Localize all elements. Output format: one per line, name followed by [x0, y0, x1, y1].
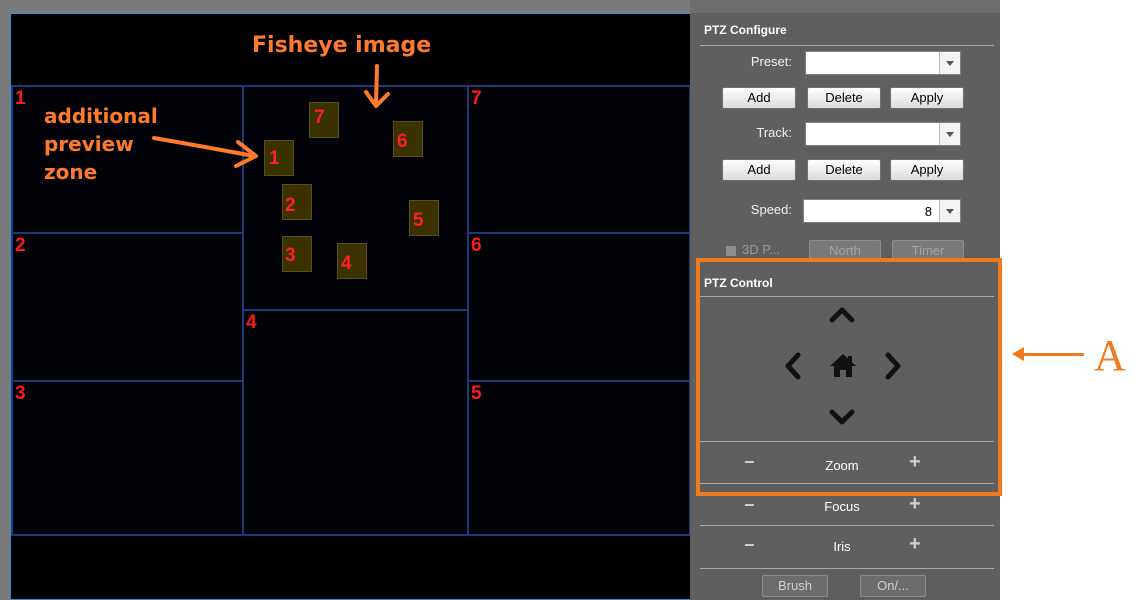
highlight-label: A [1094, 331, 1126, 380]
preview-zone-7[interactable]: 7 [467, 85, 691, 234]
fisheye-marker-number: 3 [285, 245, 296, 266]
fisheye-marker-number: 4 [341, 253, 352, 274]
speed-select[interactable]: 8 [803, 199, 961, 223]
iris-open-button[interactable]: + [909, 533, 921, 556]
preset-label: Preset: [750, 54, 792, 69]
brush-button[interactable]: Brush [762, 575, 828, 597]
callout-line: additional [44, 104, 158, 128]
focus-far-button[interactable]: + [909, 493, 921, 516]
speed-label: Speed: [750, 202, 792, 217]
chevron-down-icon[interactable] [939, 123, 960, 145]
track-select[interactable] [805, 122, 961, 146]
focus-near-button[interactable]: − [744, 495, 755, 516]
zone-number: 1 [15, 88, 26, 109]
additional-zone-callout: additional preview zone [44, 102, 158, 186]
track-delete-button[interactable]: Delete [807, 159, 881, 181]
preview-zone-2[interactable]: 2 [11, 232, 244, 382]
callout-line: preview [44, 132, 134, 156]
preview-zone-3[interactable]: 3 [11, 380, 244, 536]
3d-positioning-label: 3D P... [742, 242, 781, 257]
zone-number: 7 [471, 88, 482, 109]
zone-number: 3 [15, 383, 26, 404]
preset-add-button[interactable]: Add [722, 87, 796, 109]
on-off-button[interactable]: On/... [860, 575, 926, 597]
fisheye-marker-number: 7 [314, 107, 325, 128]
preview-zone-5[interactable]: 5 [467, 380, 691, 536]
fisheye-image-callout: Fisheye image [252, 33, 432, 58]
ptz-configure-title: PTZ Configure [704, 23, 787, 37]
iris-close-button[interactable]: − [744, 535, 755, 556]
zone-number: 2 [15, 235, 26, 256]
zone-number: 6 [471, 235, 482, 256]
pointer-line [1022, 353, 1084, 356]
fisheye-marker-number: 6 [397, 131, 408, 152]
iris-label: Iris [833, 539, 851, 554]
zone-number: 5 [471, 383, 482, 404]
track-apply-button[interactable]: Apply [890, 159, 964, 181]
fisheye-callout-arrow [364, 64, 390, 108]
divider [700, 525, 994, 526]
preset-delete-button[interactable]: Delete [807, 87, 881, 109]
panel-top-strip [690, 0, 1000, 13]
fisheye-marker-number: 1 [269, 148, 280, 169]
zone-number: 4 [246, 312, 257, 333]
fisheye-marker-number: 2 [285, 195, 296, 216]
callout-line: zone [44, 160, 98, 184]
preview-zone-4[interactable]: 4 [242, 309, 469, 536]
additional-zone-arrow [152, 136, 258, 168]
preset-apply-button[interactable]: Apply [890, 87, 964, 109]
speed-value: 8 [924, 204, 932, 219]
focus-label: Focus [824, 499, 860, 514]
divider [700, 568, 994, 569]
fisheye-marker-number: 5 [413, 210, 424, 231]
preset-select[interactable] [805, 51, 961, 75]
chevron-down-icon[interactable] [939, 52, 960, 74]
ptz-control-highlight [696, 258, 1002, 496]
chevron-down-icon[interactable] [939, 200, 960, 222]
preview-zone-6[interactable]: 6 [467, 232, 691, 382]
track-label: Track: [756, 125, 792, 140]
divider [700, 45, 994, 46]
3d-positioning-checkbox[interactable] [726, 246, 736, 256]
track-add-button[interactable]: Add [722, 159, 796, 181]
